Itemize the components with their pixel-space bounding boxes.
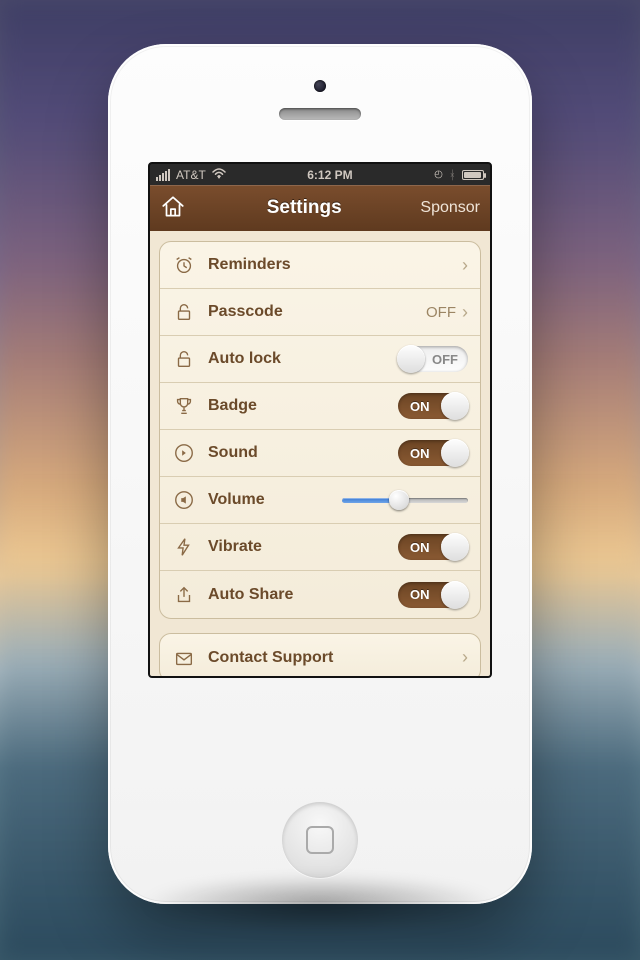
volume-icon <box>172 488 196 512</box>
row-label: Badge <box>208 397 398 415</box>
row-label: Passcode <box>208 303 426 321</box>
chevron-right-icon: › <box>462 647 468 668</box>
row-label: Volume <box>208 491 334 509</box>
toggle-label: ON <box>410 540 430 555</box>
settings-group-main: Reminders › Passcode OFF › Auto lock <box>159 241 481 619</box>
row-volume: Volume <box>160 477 480 524</box>
lock-icon <box>172 300 196 324</box>
toggle-label: ON <box>410 446 430 461</box>
row-badge: Badge ON <box>160 383 480 430</box>
bluetooth-icon: ᚼ <box>449 168 456 182</box>
slider-thumb[interactable] <box>389 490 409 510</box>
badge-toggle[interactable]: ON <box>398 393 468 419</box>
mail-icon <box>172 646 196 670</box>
row-value: OFF <box>426 304 456 321</box>
settings-group-support: Contact Support › <box>159 633 481 678</box>
toggle-label: ON <box>410 399 430 414</box>
screen: AT&T 6:12 PM ◴ ᚼ Settings Sponsor <box>148 162 492 678</box>
autoshare-toggle[interactable]: ON <box>398 582 468 608</box>
home-button[interactable] <box>160 194 188 222</box>
phone-device: AT&T 6:12 PM ◴ ᚼ Settings Sponsor <box>108 44 532 904</box>
alarm-icon: ◴ <box>434 169 443 180</box>
share-icon <box>172 583 196 607</box>
speaker-icon <box>172 441 196 465</box>
autolock-toggle[interactable]: OFF <box>398 346 468 372</box>
row-autolock: Auto lock OFF <box>160 336 480 383</box>
row-passcode[interactable]: Passcode OFF › <box>160 289 480 336</box>
chevron-right-icon: › <box>462 302 468 323</box>
signal-icon <box>156 169 170 181</box>
row-contact-support[interactable]: Contact Support › <box>160 634 480 678</box>
wifi-icon <box>212 168 226 182</box>
battery-icon <box>462 170 484 180</box>
toggle-label: ON <box>410 587 430 602</box>
settings-content: Reminders › Passcode OFF › Auto lock <box>150 231 490 676</box>
status-time: 6:12 PM <box>226 168 434 182</box>
row-label: Vibrate <box>208 538 398 556</box>
volume-slider[interactable] <box>342 490 468 510</box>
row-autoshare: Auto Share ON <box>160 571 480 618</box>
row-label: Auto lock <box>208 350 398 368</box>
vibrate-toggle[interactable]: ON <box>398 534 468 560</box>
toggle-label: OFF <box>432 352 458 367</box>
toggle-knob <box>441 533 469 561</box>
toggle-knob <box>441 439 469 467</box>
device-camera <box>314 80 326 92</box>
row-label: Auto Share <box>208 586 398 604</box>
toggle-knob <box>441 392 469 420</box>
sponsor-button[interactable]: Sponsor <box>420 199 480 217</box>
device-home-button[interactable] <box>282 802 358 878</box>
row-vibrate: Vibrate ON <box>160 524 480 571</box>
trophy-icon <box>172 394 196 418</box>
toggle-knob <box>441 581 469 609</box>
toggle-knob <box>397 345 425 373</box>
row-reminders[interactable]: Reminders › <box>160 242 480 289</box>
sound-toggle[interactable]: ON <box>398 440 468 466</box>
page-title: Settings <box>188 197 420 219</box>
nav-bar: Settings Sponsor <box>150 185 490 231</box>
row-label: Sound <box>208 444 398 462</box>
row-sound: Sound ON <box>160 430 480 477</box>
status-bar: AT&T 6:12 PM ◴ ᚼ <box>150 164 490 185</box>
chevron-right-icon: › <box>462 255 468 276</box>
clock-icon <box>172 253 196 277</box>
row-label: Contact Support <box>208 649 462 667</box>
lock-icon <box>172 347 196 371</box>
row-label: Reminders <box>208 256 462 274</box>
device-speaker <box>279 108 361 120</box>
carrier-label: AT&T <box>176 168 206 182</box>
bolt-icon <box>172 535 196 559</box>
